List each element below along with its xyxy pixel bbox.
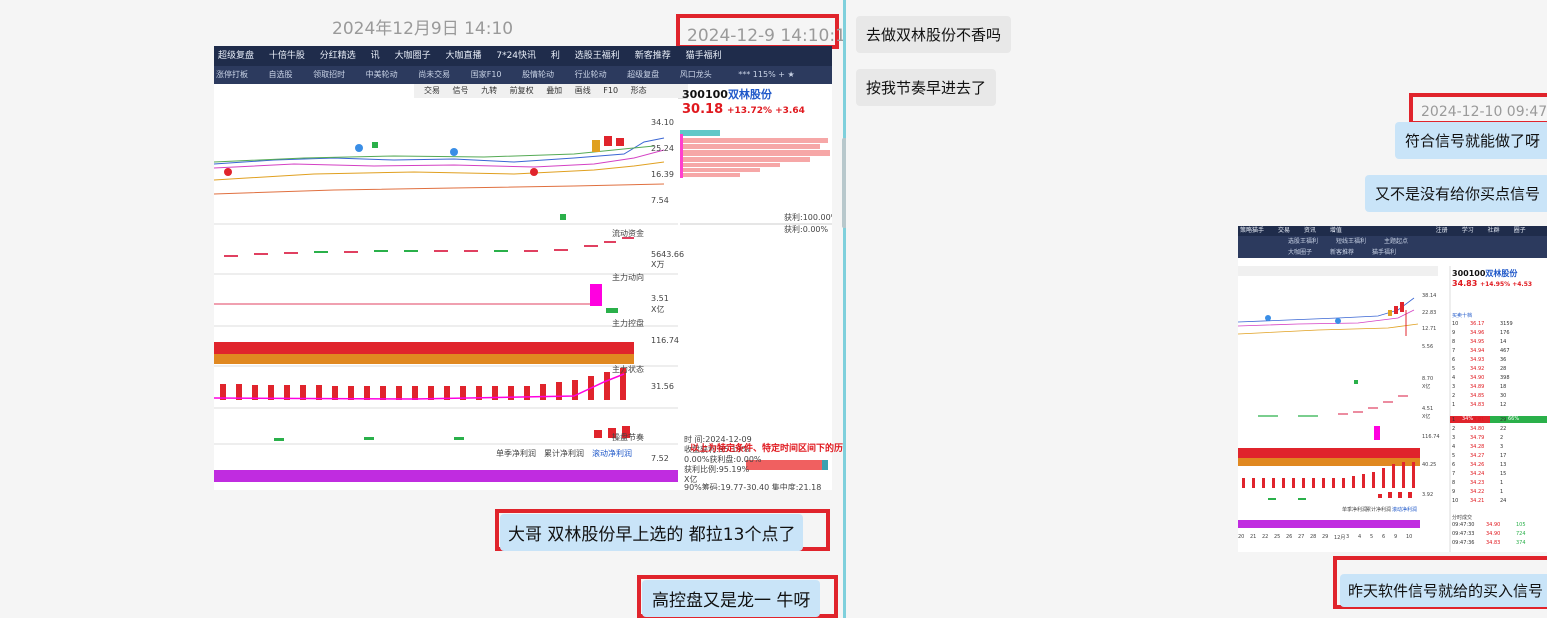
deal-row: 09:47:36 34.83 374	[1452, 540, 1526, 546]
net-profit-tab[interactable]: 累计净利润	[1366, 506, 1391, 513]
order-book-row: 10 34.21 24	[1452, 498, 1507, 504]
order-book-row: 9 34.96 176	[1452, 330, 1510, 336]
kline-chart-drawing	[214, 98, 832, 482]
axis-label: 4.51	[1422, 406, 1434, 412]
panel-title: 主力控盘	[612, 319, 644, 328]
axis-label: X亿	[651, 305, 665, 314]
date-tick: 20	[1238, 534, 1245, 540]
chat-bubble-self[interactable]: 昨天软件信号就给的买入信号	[1340, 574, 1547, 607]
order-book-row: 4 34.90 398	[1452, 375, 1510, 381]
order-book-row: 6 34.93 36	[1452, 357, 1507, 363]
axis-label: 7.52	[651, 454, 669, 463]
axis-label: 25.24	[651, 144, 674, 153]
date-tick: 3	[1346, 534, 1350, 540]
axis-label: 3.51	[651, 294, 669, 303]
date-tick: 22	[1262, 534, 1269, 540]
stock-chart-screenshot[interactable]: 策略猫手 交易 资讯 增值 注册 学习 社群 圈子 选股王福利 短线王福利 主题起点…	[1238, 226, 1547, 552]
sell-ratio: 66%	[1508, 416, 1520, 422]
chat-bubble-self[interactable]: 符合信号就能做了呀	[1395, 122, 1547, 159]
date-tick: 27	[1298, 534, 1305, 540]
axis-label: 5.56	[1422, 344, 1434, 350]
chat-date-header: 2024年12月9日 14:10	[332, 19, 514, 39]
order-book-row: 3 34.79 2	[1452, 435, 1504, 441]
chat-bubble-other[interactable]: 按我节奏早进去了	[856, 69, 997, 106]
date-tick: 21	[1250, 534, 1257, 540]
order-book-row: 9 34.22 1	[1452, 489, 1504, 495]
date-tick: 28	[1310, 534, 1317, 540]
axis-label: 5643.66	[651, 250, 685, 259]
stock-chart-screenshot[interactable]: 超级复盘 十倍牛股 分红精选 讯 大咖圈子 大咖直播 7*24快讯 利 选股王福…	[214, 46, 832, 490]
order-book-row: 1 34.83 12	[1452, 402, 1507, 408]
chat-bubble-other[interactable]: 去做双林股份不香吗	[856, 16, 1012, 53]
axis-label: 3.92	[1422, 492, 1434, 498]
chat-pane-left: 2024年12月9日 14:10 2024-12-9 14:10:13 超级复盘…	[0, 0, 843, 618]
message-timestamp: 2024-12-10 09:47:22	[1421, 104, 1547, 120]
axis-label: X亿	[1422, 384, 1431, 390]
net-profit-tab[interactable]: 单季净利润	[1342, 506, 1367, 513]
order-book-row: 5 34.92 28	[1452, 366, 1507, 372]
order-book-title: 买卖十档	[1452, 313, 1473, 319]
axis-label: X万	[651, 260, 665, 269]
message-timestamp: 2024-12-9 14:10:13	[687, 26, 843, 46]
date-tick: 25	[1274, 534, 1281, 540]
panel-title: 主力动向	[612, 273, 644, 282]
date-tick: 26	[1286, 534, 1293, 540]
date-tick: 5	[1370, 534, 1374, 540]
deal-row: 09:47:33 34.90 724	[1452, 531, 1526, 537]
order-book-row: 8 34.23 1	[1452, 480, 1504, 486]
axis-label: 31.56	[651, 382, 674, 391]
date-tick: 9	[1394, 534, 1398, 540]
date-tick: 12月	[1334, 535, 1346, 541]
date-tick: 4	[1358, 534, 1362, 540]
chip-info: 90%筹码:19.77-30.40 集中度:21.18	[684, 483, 822, 490]
axis-label: 116.74	[1422, 434, 1440, 440]
chat-bubble-self[interactable]: 高控盘又是龙一 牛呀	[642, 580, 821, 617]
axis-label: 16.39	[651, 170, 674, 179]
axis-label: 12.71	[1422, 326, 1437, 332]
order-book-row: 5 34.27 17	[1452, 453, 1507, 459]
chat-bubble-self[interactable]: 大哥 双林股份早上选的 都拉13个点了	[500, 514, 804, 551]
panel-title: 流动资金	[612, 229, 644, 238]
order-book-row: 10 36.17 3159	[1452, 321, 1513, 327]
profit-ratio: 获利:100.00%	[784, 213, 832, 222]
order-book-row: 4 34.28 3	[1452, 444, 1504, 450]
order-book-row: 3 34.89 18	[1452, 384, 1507, 390]
axis-label: 38.14	[1422, 293, 1437, 299]
risk-disclaimer: 以上为特定条件、特定时间区间下的历史业绩，不代表普遍现象，历史涨幅不预示其未来表…	[690, 444, 843, 454]
order-book-row: 7 34.94 467	[1452, 348, 1510, 354]
net-profit-tab[interactable]: 滚动净利润	[1392, 506, 1417, 513]
axis-label: 40.25	[1422, 462, 1437, 468]
deals-title: 分时成交	[1452, 515, 1473, 521]
buy-ratio: 34%	[1462, 416, 1474, 422]
date-tick: 10	[1406, 534, 1413, 540]
order-book-row: 7 34.24 15	[1452, 471, 1507, 477]
net-profit-tab[interactable]: 单季净利润	[496, 448, 536, 459]
profit-ratio: 获利:0.00%	[784, 225, 829, 234]
chat-pane-right: 去做双林股份不香吗 按我节奏早进去了 2024-12-10 09:47:22 符…	[846, 0, 1547, 618]
deal-row: 09:47:30 34.90 105	[1452, 522, 1526, 528]
axis-label: 34.10	[651, 118, 674, 127]
order-book-row: 2 34.80 22	[1452, 426, 1507, 432]
net-profit-tab[interactable]: 累计净利润	[544, 448, 584, 459]
axis-label: 116.74	[651, 336, 679, 345]
chat-bubble-self[interactable]: 又不是没有给你买点信号	[1365, 175, 1547, 212]
panel-title: 操盘节奏	[612, 433, 644, 442]
axis-label: X亿	[1422, 414, 1431, 420]
order-book-row: 2 34.85 30	[1452, 393, 1507, 399]
order-book-row: 8 34.95 14	[1452, 339, 1507, 345]
axis-label: 8.70	[1422, 376, 1434, 382]
order-book-row: 6 34.26 13	[1452, 462, 1507, 468]
date-tick: 6	[1382, 534, 1386, 540]
panel-title: 主力状态	[612, 365, 644, 374]
date-tick: 29	[1322, 534, 1329, 540]
axis-label: 7.54	[651, 196, 669, 205]
axis-label: 22.83	[1422, 310, 1437, 316]
net-profit-tab[interactable]: 滚动净利润	[592, 448, 632, 459]
